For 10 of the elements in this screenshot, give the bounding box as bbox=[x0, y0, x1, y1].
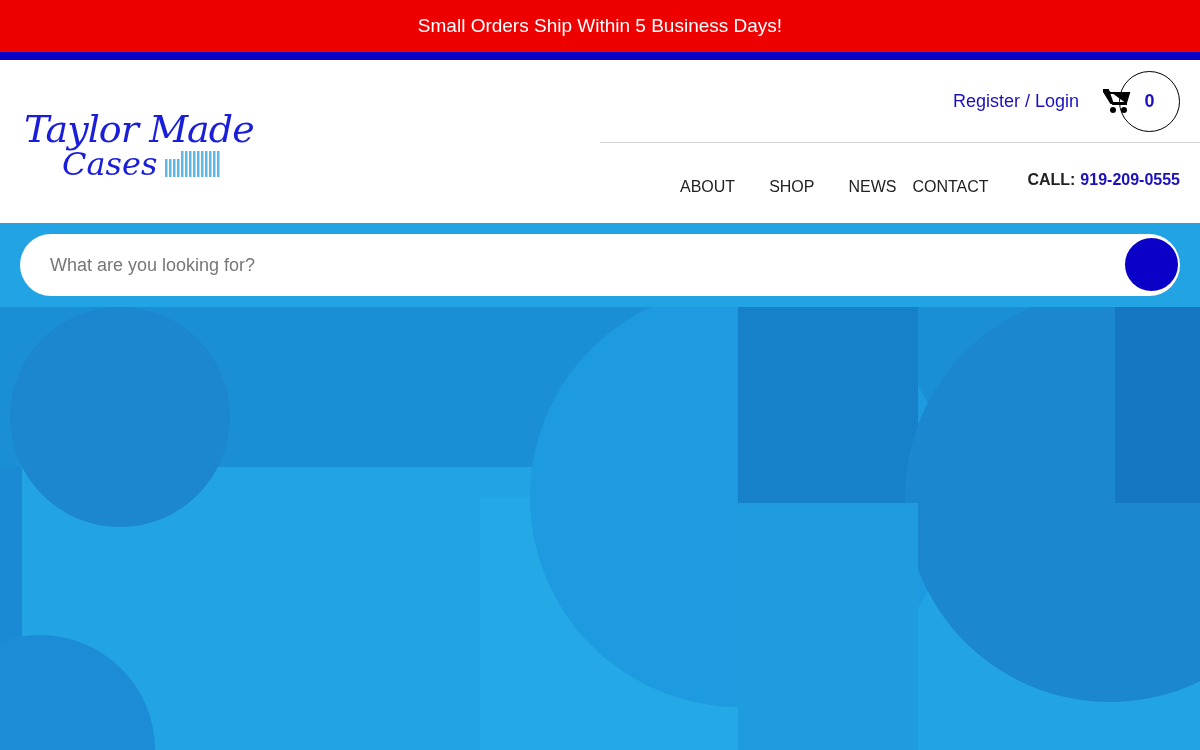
announcement-bar: Small Orders Ship Within 5 Business Days! bbox=[0, 0, 1200, 52]
nav-link[interactable]: ABOUT bbox=[680, 175, 736, 199]
register-login-link[interactable]: Register / Login bbox=[952, 87, 1079, 115]
nav-link[interactable]: NEWS bbox=[848, 175, 897, 199]
call-label: CALL: bbox=[1027, 170, 1076, 190]
nav-link[interactable]: SHOP bbox=[769, 175, 815, 199]
cart-icon[interactable] bbox=[1103, 88, 1131, 114]
search-field[interactable]: What are you looking for? bbox=[20, 234, 1180, 296]
phone-link[interactable]: 919-209-0555 bbox=[1080, 168, 1180, 192]
nav-link[interactable]: CONTACT bbox=[912, 175, 989, 199]
